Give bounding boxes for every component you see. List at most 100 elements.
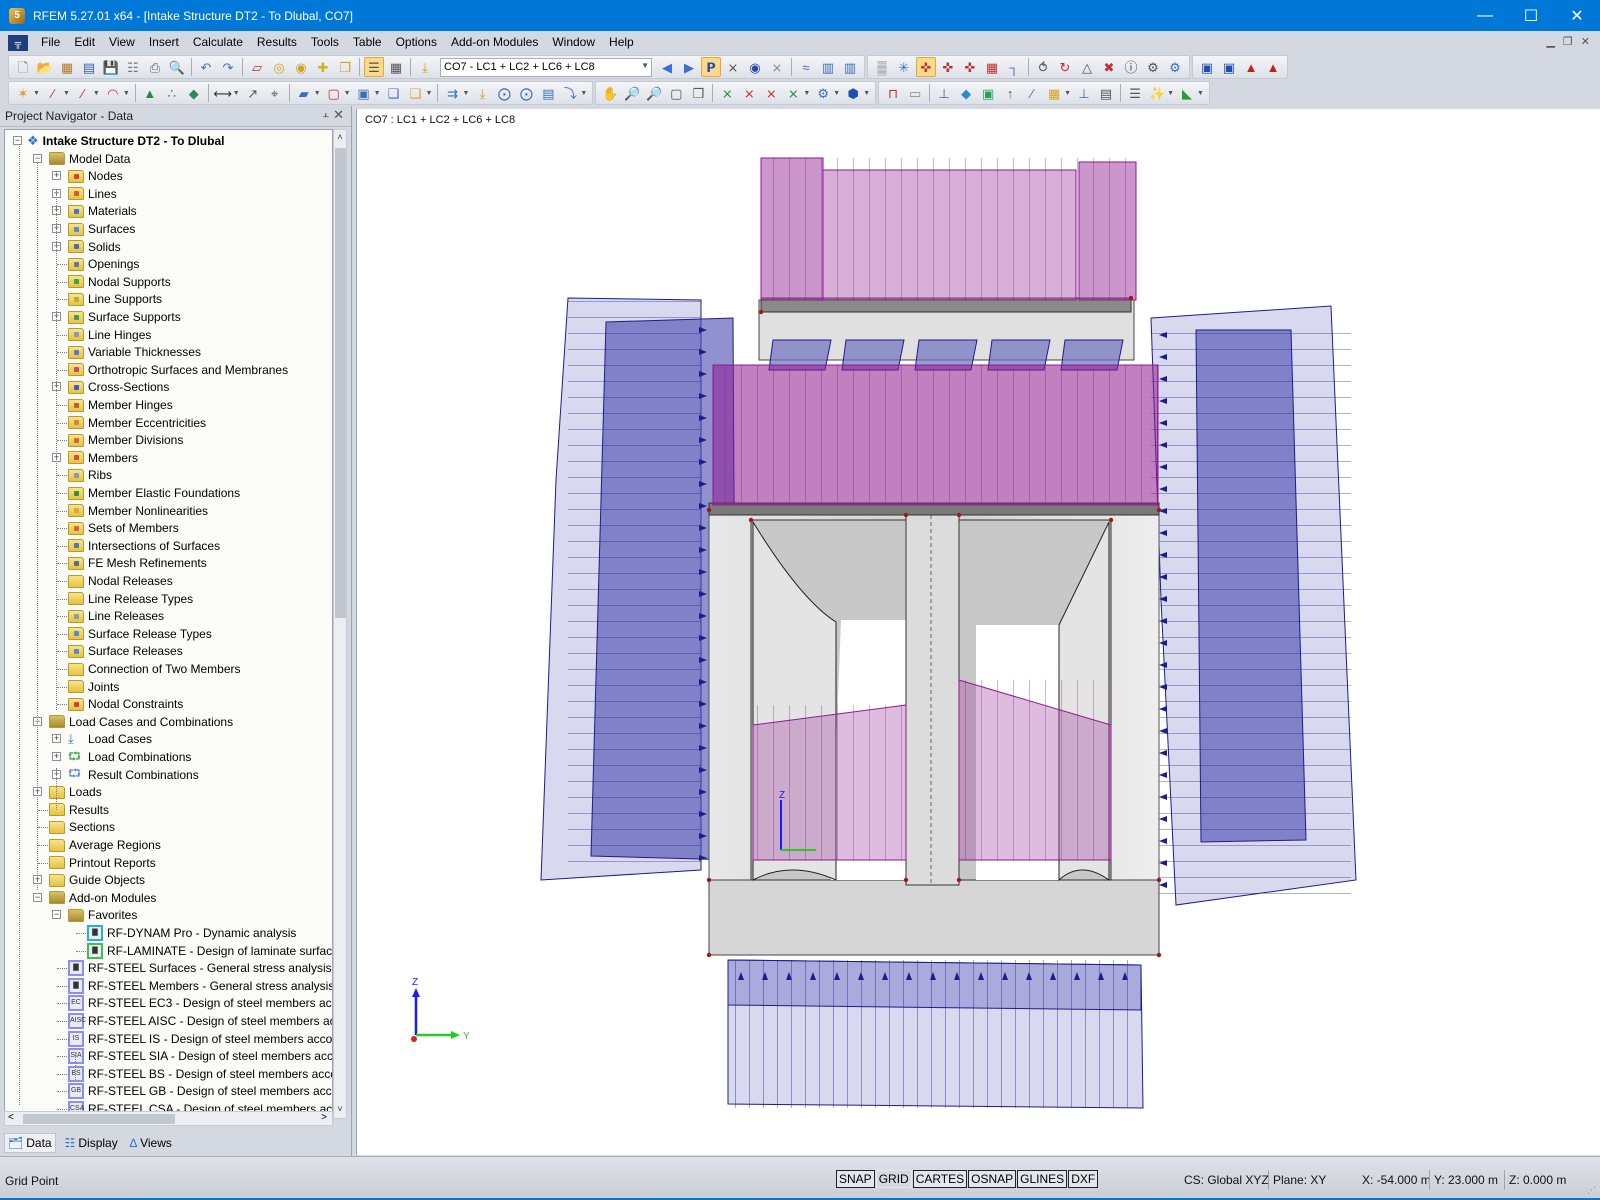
calculate-all-icon[interactable]: ◉	[291, 57, 311, 77]
scrollbar-thumb[interactable]	[23, 1114, 175, 1124]
dropdown-arrow-icon[interactable]: ▼	[833, 90, 840, 97]
menu-calculate[interactable]: Calculate	[186, 31, 250, 54]
close-button[interactable]: ✕	[1554, 0, 1600, 31]
close-icon[interactable]: ✕	[333, 107, 344, 123]
new-box-icon[interactable]: ❑	[384, 83, 404, 103]
result-table-panel-icon[interactable]: ▤	[1096, 83, 1116, 103]
dropdown-arrow-icon[interactable]: ▼	[33, 90, 40, 97]
render-mode-icon[interactable]: ⬢	[843, 83, 863, 103]
model-data-icon[interactable]: ▱	[247, 57, 267, 77]
new-opening-icon[interactable]: ▢	[324, 83, 344, 103]
import-icon[interactable]: ▣	[1197, 57, 1217, 77]
new-arc-icon[interactable]: ◠	[103, 83, 123, 103]
table-toggle-icon[interactable]: ▦	[386, 57, 406, 77]
next-load-case-icon[interactable]: ▶	[679, 57, 699, 77]
tree-item[interactable]: Member Nonlinearities	[52, 502, 208, 520]
tree-vertical-scrollbar[interactable]: ˄ ˅	[333, 129, 347, 1119]
show-loads-icon[interactable]: 𝗣	[701, 57, 721, 77]
tree-item[interactable]: Surface Release Types	[52, 625, 212, 643]
menu-window[interactable]: Window	[545, 31, 602, 54]
delete-icon[interactable]: ✖	[1099, 57, 1119, 77]
new-solid-2-icon[interactable]: ❑	[406, 83, 426, 103]
tree-item[interactable]: − Add-on Modules	[33, 889, 156, 907]
zoom-window-icon[interactable]: 🔎	[622, 83, 642, 103]
tab-display[interactable]: ☷ Display	[62, 1134, 121, 1152]
menu-insert[interactable]: Insert	[142, 31, 186, 54]
tree-item[interactable]: Member Elastic Foundations	[52, 484, 240, 502]
report-icon[interactable]: ☰	[1125, 83, 1145, 103]
tree-item[interactable]: ▇ RF-LAMINATE - Design of laminate surfac…	[71, 942, 332, 960]
dxf-toggle[interactable]: DXF	[1068, 1170, 1099, 1188]
tree-item[interactable]: EC RF-STEEL EC3 - Design of steel members…	[52, 994, 332, 1012]
tree-item[interactable]: FE Mesh Refinements	[52, 554, 207, 572]
minimize-button[interactable]: —	[1462, 0, 1508, 31]
workplane-xz-icon[interactable]: ✜	[960, 57, 980, 77]
tree-item[interactable]: Surface Releases	[52, 642, 183, 660]
mdi-close-icon[interactable]: ✕	[1581, 35, 1590, 48]
line-load-icon[interactable]: ⨀	[516, 83, 536, 103]
scroll-right-icon[interactable]: >	[321, 1112, 327, 1123]
collapse-icon[interactable]: −	[33, 892, 42, 902]
mdi-restore-icon[interactable]: ❐	[1563, 35, 1573, 48]
color-scale-icon[interactable]: ◣	[1177, 83, 1197, 103]
menu-options[interactable]: Options	[389, 31, 444, 54]
dropdown-arrow-icon[interactable]: ▼	[1197, 90, 1204, 97]
show-load-values-icon[interactable]: ⨯	[723, 57, 743, 77]
snap-icon[interactable]: ✳	[894, 57, 914, 77]
tree-item[interactable]: + Lines	[52, 185, 117, 203]
dropdown-arrow-icon[interactable]: ▼	[426, 90, 433, 97]
tree-item[interactable]: Connection of Two Members	[52, 660, 241, 678]
dropdown-arrow-icon[interactable]: ▼	[344, 90, 351, 97]
tree-item[interactable]: + Nodes	[52, 167, 123, 185]
deformation-icon[interactable]: ⊥	[934, 83, 954, 103]
tree-item[interactable]: Orthotropic Surfaces and Membranes	[52, 361, 288, 379]
print-icon[interactable]: ⎙	[145, 57, 165, 77]
tab-views[interactable]: ∆ Views	[127, 1134, 175, 1152]
line-support-icon[interactable]: ∴	[162, 83, 182, 103]
grid-points-icon[interactable]: ▦	[982, 57, 1002, 77]
new-solid-icon[interactable]: ▣	[354, 83, 374, 103]
print-preview-icon[interactable]: 🔍	[167, 57, 187, 77]
collapse-icon[interactable]: −	[13, 136, 22, 145]
tree-item[interactable]: + Surfaces	[52, 220, 135, 238]
new-load-case-icon[interactable]: ⤓	[415, 57, 435, 77]
menu-file[interactable]: File	[34, 31, 67, 54]
view-y-icon[interactable]: ⨯	[739, 83, 759, 103]
view-x-icon[interactable]: ⨯	[717, 83, 737, 103]
pdf-export-icon[interactable]: ▲	[1263, 57, 1283, 77]
tree-item[interactable]: + Loads	[33, 783, 102, 801]
scrollbar-thumb[interactable]	[335, 148, 346, 618]
printout-report-icon[interactable]: ☷	[123, 57, 143, 77]
tree-horizontal-scrollbar[interactable]: < >	[4, 1111, 333, 1126]
undo-icon[interactable]: ↶	[196, 57, 216, 77]
tree-item[interactable]: Line Releases	[52, 607, 164, 625]
dimension-icon[interactable]: ⟷	[213, 83, 233, 103]
dropdown-arrow-icon[interactable]: ▼	[93, 90, 100, 97]
tree-item[interactable]: IS RF-STEEL IS - Design of steel members …	[52, 1030, 332, 1048]
menu-view[interactable]: View	[102, 31, 142, 54]
expand-icon[interactable]: +	[52, 171, 61, 181]
view-box-icon[interactable]: ▢	[666, 83, 686, 103]
snap-toggle[interactable]: SNAP	[836, 1170, 875, 1188]
view-z-icon[interactable]: ⨯	[761, 83, 781, 103]
tree-item[interactable]: + ⤓ Load Cases	[52, 730, 152, 748]
menu-add-on-modules[interactable]: Add-on Modules	[444, 31, 545, 54]
dropdown-arrow-icon[interactable]: ▼	[580, 90, 587, 97]
new-file-icon[interactable]: 🗋	[13, 57, 33, 77]
surface-support-icon[interactable]: ◆	[184, 83, 204, 103]
tree-item[interactable]: Joints	[52, 678, 119, 696]
load-wizard-icon[interactable]: ⇉	[442, 83, 462, 103]
menu-edit[interactable]: Edit	[67, 31, 102, 54]
tree-item[interactable]: + Cross-Sections	[52, 378, 169, 396]
display-results-icon[interactable]: ▭	[905, 83, 925, 103]
tree-item[interactable]: − Favorites	[52, 906, 137, 924]
zoom-all-icon[interactable]: 🔎	[644, 83, 664, 103]
new-line-icon[interactable]: ∕	[43, 83, 63, 103]
scroll-down-icon[interactable]: ˅	[334, 1104, 346, 1114]
maximize-button[interactable]: ☐	[1508, 0, 1554, 31]
visibility-icon[interactable]: ⚙	[813, 83, 833, 103]
solid-results-icon[interactable]: ▣	[978, 83, 998, 103]
dropdown-arrow-icon[interactable]: ▼	[314, 90, 321, 97]
comment-icon[interactable]: ↗	[243, 83, 263, 103]
open-file-icon[interactable]: 📂	[35, 57, 55, 77]
